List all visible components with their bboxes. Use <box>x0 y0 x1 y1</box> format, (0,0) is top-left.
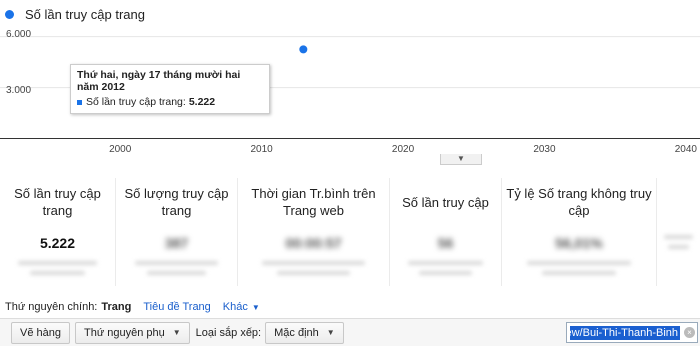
metric-subtext <box>401 261 490 275</box>
metric-label: Thời gian Tr.bình trên Trang web <box>251 186 376 218</box>
metric-value: 00:00:57 <box>285 235 342 251</box>
plot-rows-button[interactable]: Vẽ hàng <box>11 321 70 344</box>
line-chart: 6.000 3.000 2000 2010 2020 2030 2040 Thứ hai… <box>0 26 700 166</box>
metrics-summary: Số lần truy cập trang 5.222 Số lượng tru… <box>0 178 700 286</box>
x-tick-label: 2030 <box>533 144 556 155</box>
metric-card[interactable]: Số lượng truy cập trang 387 <box>116 178 238 286</box>
metric-value: 387 <box>164 235 189 251</box>
metric-label: Tỷ lệ Số trang không truy cập <box>506 186 652 218</box>
chevron-down-icon: ▼ <box>251 302 260 312</box>
dimension-more-dropdown[interactable]: Khác ▼ <box>223 301 260 313</box>
legend-label: Số lần truy cập trang <box>25 6 145 22</box>
chart-legend: Số lần truy cập trang <box>0 4 145 24</box>
dimension-page-title-link[interactable]: Tiêu đề Trang <box>143 301 210 313</box>
metric-card[interactable]: Số lần truy cập 56 <box>390 178 502 286</box>
sort-type-label: Loại sắp xếp: <box>195 326 262 339</box>
metric-card[interactable] <box>657 178 700 286</box>
filter-input[interactable]: ew/Bui-Thi-Thanh-Binh × <box>566 322 698 343</box>
metric-card[interactable]: Tỷ lệ Số trang không truy cập 56,01% <box>502 178 657 286</box>
metric-subtext <box>253 261 374 275</box>
plot-rows-label: Vẽ hàng <box>20 326 61 339</box>
x-tick-label: 2020 <box>391 144 415 155</box>
metric-value: 56,01% <box>555 235 603 251</box>
chevron-down-icon: ▼ <box>326 328 335 337</box>
clear-icon[interactable]: × <box>684 327 695 338</box>
metric-value: 5.222 <box>39 235 76 251</box>
metric-label: Số lượng truy cập trang <box>124 186 229 218</box>
metric-subtext <box>128 261 225 275</box>
metric-card[interactable]: Số lần truy cập trang 5.222 <box>0 178 116 286</box>
y-tick-label: 6.000 <box>6 29 32 40</box>
chevron-down-icon: ▼ <box>172 328 181 337</box>
primary-dimension-label: Thứ nguyên chính: <box>5 301 98 313</box>
metric-subtext <box>12 261 104 275</box>
y-tick-label: 3.000 <box>6 85 32 96</box>
metric-label: Số lần truy cập trang <box>14 186 101 218</box>
data-point[interactable] <box>299 45 308 54</box>
tooltip-series-label: Số lần truy cập trang: <box>86 96 186 108</box>
metric-subtext <box>661 235 695 249</box>
series-square-icon <box>77 99 82 105</box>
dimension-page-active[interactable]: Trang <box>101 301 131 313</box>
tooltip-value: 5.222 <box>188 96 216 108</box>
tooltip-title: Thứ hai, ngày 17 tháng mười hai năm 2012 <box>77 69 241 93</box>
chevron-down-icon: ▼ <box>457 154 465 163</box>
secondary-dimension-dropdown[interactable]: Thứ nguyên phụ ▼ <box>74 321 190 344</box>
table-toolbar: Vẽ hàng Thứ nguyên phụ ▼ Loại sắp xếp: M… <box>0 318 700 346</box>
tooltip-row: Số lần truy cập trang: 5.222 <box>77 96 263 108</box>
metric-card[interactable]: Thời gian Tr.bình trên Trang web 00:00:5… <box>238 178 390 286</box>
x-tick-label: 2000 <box>109 144 132 155</box>
primary-dimension-bar: Thứ nguyên chính: Trang Tiêu đề Trang Kh… <box>5 300 260 314</box>
secondary-dimension-label: Thứ nguyên phụ <box>83 326 165 339</box>
legend-marker-icon <box>5 9 14 19</box>
dimension-more-label: Khác <box>222 301 248 313</box>
sort-type-dropdown[interactable]: Mặc định ▼ <box>265 321 344 344</box>
metric-label <box>657 182 700 222</box>
x-tick-label: 2010 <box>250 144 273 155</box>
x-tick-label: 2040 <box>674 144 697 155</box>
collapse-chart-button[interactable]: ▼ <box>440 154 482 165</box>
metric-subtext <box>517 261 640 275</box>
metric-label: Số lần truy cập <box>402 194 489 210</box>
metric-value: 56 <box>437 235 454 251</box>
sort-type-value: Mặc định <box>274 326 319 339</box>
filter-input-value[interactable]: ew/Bui-Thi-Thanh-Binh <box>570 325 680 340</box>
chart-tooltip: Thứ hai, ngày 17 tháng mười hai năm 2012… <box>70 64 270 114</box>
